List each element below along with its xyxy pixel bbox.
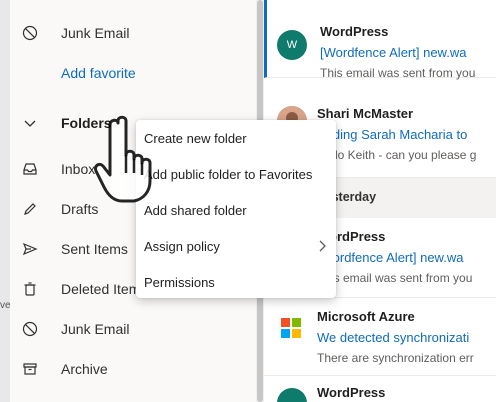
message-subject: Adding Sarah Macharia to: [317, 127, 468, 142]
add-favorite-link[interactable]: Add favorite: [10, 53, 256, 93]
message-subject: We detected synchronizati: [317, 330, 470, 345]
message-preview: This email was sent from you: [317, 271, 473, 285]
archive-icon: [21, 360, 39, 378]
avatar: W: [277, 30, 307, 60]
message-sender: Shari McMaster: [317, 106, 414, 121]
message-preview: Hello Keith - can you please g: [317, 148, 477, 162]
sidebar-item-label: Deleted Items: [61, 281, 148, 297]
message-item[interactable]: W WordPress [Wordfence Alert] new.wa Thi…: [264, 0, 496, 80]
menu-item-assign-policy[interactable]: Assign policy: [136, 228, 336, 264]
chevron-right-icon: [317, 239, 327, 258]
message-subject: [Wordfence Alert] new.wa: [317, 250, 464, 265]
sidebar-item-junk-email[interactable]: Junk Email: [10, 309, 256, 349]
rail-edge-text: ve: [0, 300, 11, 311]
pencil-icon: [21, 200, 39, 218]
trash-icon: [21, 280, 39, 298]
hand-pointer-cursor-icon: [92, 115, 172, 207]
message-subject: [Wordfence Alert] new.wa: [320, 45, 467, 60]
sidebar-item-label: Archive: [61, 361, 108, 377]
app-rail-edge: ve: [0, 0, 11, 402]
avatar: [277, 388, 307, 402]
message-sender: WordPress: [320, 24, 389, 39]
message-sender: Microsoft Azure: [317, 309, 415, 324]
menu-item-label: Permissions: [144, 274, 215, 290]
block-icon: [21, 24, 39, 42]
message-preview: There are synchronization err: [317, 351, 474, 365]
sidebar-item-archive[interactable]: Archive: [10, 349, 256, 389]
add-favorite-label: Add favorite: [61, 65, 136, 81]
send-icon: [21, 240, 39, 258]
message-item[interactable]: WordPress: [264, 376, 496, 402]
sidebar-item-junk-email-favorite[interactable]: Junk Email: [10, 13, 256, 53]
menu-item-label: Assign policy: [144, 238, 220, 254]
sidebar-item-label: Sent Items: [61, 241, 128, 257]
sidebar-item-label: Inbox: [61, 161, 96, 177]
microsoft-logo-icon: [281, 318, 301, 338]
message-sender: WordPress: [317, 385, 386, 400]
message-item[interactable]: Microsoft Azure We detected synchronizat…: [264, 298, 496, 376]
chevron-down-icon: [21, 114, 39, 132]
sidebar-item-label: Junk Email: [61, 321, 130, 337]
menu-item-permissions[interactable]: Permissions: [136, 264, 336, 300]
sidebar-item-label: Junk Email: [61, 25, 130, 41]
inbox-icon: [21, 160, 39, 178]
block-icon: [21, 320, 39, 338]
